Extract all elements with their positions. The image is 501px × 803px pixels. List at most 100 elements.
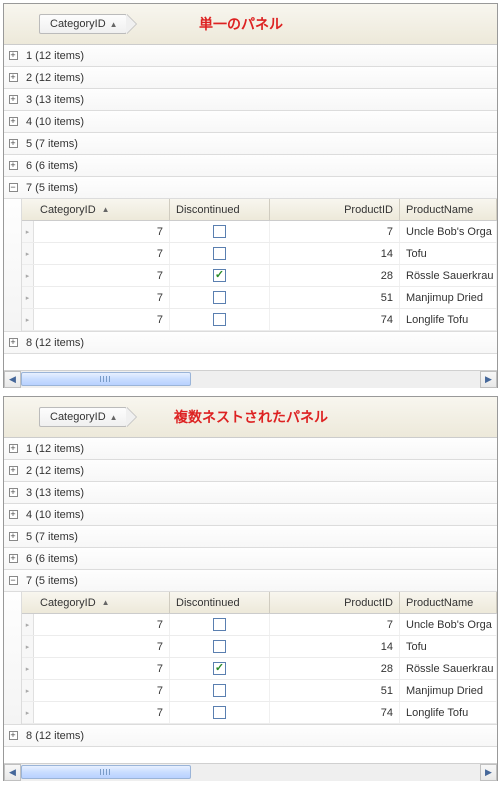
expand-button[interactable]: + — [4, 338, 22, 347]
checkbox-checked-icon[interactable] — [213, 662, 226, 675]
table-row[interactable]: ▸ 7 51 Manjimup Dried — [22, 287, 497, 309]
expand-button[interactable]: + — [4, 488, 22, 497]
expand-button[interactable]: + — [4, 139, 22, 148]
group-row[interactable]: +6 (6 items) — [4, 548, 497, 570]
checkbox-icon[interactable] — [213, 706, 226, 719]
plus-icon: + — [9, 73, 18, 82]
table-row[interactable]: ▸ 7 7 Uncle Bob's Orga — [22, 614, 497, 636]
group-by-panel[interactable]: CategoryID ▲ 複数ネストされたパネル — [4, 397, 497, 438]
column-header-discontinued[interactable]: Discontinued — [170, 199, 270, 220]
checkbox-checked-icon[interactable] — [213, 269, 226, 282]
expand-button[interactable]: + — [4, 554, 22, 563]
group-row[interactable]: +4 (10 items) — [4, 111, 497, 133]
cell-productid: 7 — [270, 221, 400, 242]
nested-grid: CategoryID ▲ Discontinued ProductID Prod… — [4, 592, 497, 725]
group-row[interactable]: +2 (12 items) — [4, 460, 497, 482]
group-badge-categoryid[interactable]: CategoryID ▲ — [39, 407, 127, 427]
group-row[interactable]: +1 (12 items) — [4, 438, 497, 460]
cell-discontinued[interactable] — [170, 287, 270, 308]
group-badge-label: CategoryID — [50, 411, 106, 423]
group-row[interactable]: +5 (7 items) — [4, 133, 497, 155]
column-header-discontinued[interactable]: Discontinued — [170, 592, 270, 613]
scroll-left-button[interactable]: ◀ — [4, 371, 21, 388]
cell-categoryid: 7 — [34, 243, 170, 264]
cell-discontinued[interactable] — [170, 243, 270, 264]
checkbox-icon[interactable] — [213, 640, 226, 653]
column-header-productname[interactable]: ProductName — [400, 199, 497, 220]
plus-icon: + — [9, 466, 18, 475]
column-header-categoryid[interactable]: CategoryID ▲ — [22, 199, 170, 220]
horizontal-scrollbar[interactable]: ◀ ▶ — [4, 370, 497, 387]
expand-button[interactable]: + — [4, 95, 22, 104]
group-label: 6 (6 items) — [22, 553, 78, 565]
table-row[interactable]: ▸ 7 74 Longlife Tofu — [22, 702, 497, 724]
expand-button[interactable]: + — [4, 161, 22, 170]
checkbox-icon[interactable] — [213, 247, 226, 260]
horizontal-scrollbar[interactable]: ◀ ▶ — [4, 763, 497, 780]
cell-productname: Uncle Bob's Orga — [400, 614, 497, 635]
nested-grid: CategoryID ▲ Discontinued ProductID Prod… — [4, 199, 497, 332]
group-row[interactable]: +2 (12 items) — [4, 67, 497, 89]
group-row[interactable]: +1 (12 items) — [4, 45, 497, 67]
cell-productid: 74 — [270, 702, 400, 723]
group-row[interactable]: +4 (10 items) — [4, 504, 497, 526]
expand-button[interactable]: + — [4, 510, 22, 519]
column-header-productname[interactable]: ProductName — [400, 592, 497, 613]
cell-discontinued[interactable] — [170, 614, 270, 635]
scrollbar-thumb[interactable] — [21, 765, 191, 779]
group-row[interactable]: −7 (5 items) — [4, 570, 497, 592]
scrollbar-track[interactable] — [21, 371, 480, 388]
cell-productname: Rössle Sauerkrau — [400, 658, 497, 679]
cell-categoryid: 7 — [34, 265, 170, 286]
group-row[interactable]: −7 (5 items) — [4, 177, 497, 199]
grid-body: +1 (12 items) +2 (12 items) +3 (13 items… — [4, 438, 497, 763]
expand-button[interactable]: + — [4, 444, 22, 453]
group-row[interactable]: +3 (13 items) — [4, 89, 497, 111]
cell-productname: Manjimup Dried — [400, 680, 497, 701]
scrollbar-track[interactable] — [21, 764, 480, 781]
scroll-right-button[interactable]: ▶ — [480, 764, 497, 781]
scroll-left-button[interactable]: ◀ — [4, 764, 21, 781]
column-header-productid[interactable]: ProductID — [270, 592, 400, 613]
table-row[interactable]: ▸ 7 74 Longlife Tofu — [22, 309, 497, 331]
checkbox-icon[interactable] — [213, 684, 226, 697]
collapse-button[interactable]: − — [4, 183, 22, 192]
cell-discontinued[interactable] — [170, 636, 270, 657]
cell-discontinued[interactable] — [170, 680, 270, 701]
table-row[interactable]: ▸ 7 51 Manjimup Dried — [22, 680, 497, 702]
column-header-categoryid[interactable]: CategoryID ▲ — [22, 592, 170, 613]
group-row[interactable]: +5 (7 items) — [4, 526, 497, 548]
checkbox-icon[interactable] — [213, 618, 226, 631]
table-row[interactable]: ▸ 7 28 Rössle Sauerkrau — [22, 658, 497, 680]
expand-button[interactable]: + — [4, 532, 22, 541]
group-badge-categoryid[interactable]: CategoryID ▲ — [39, 14, 127, 34]
group-by-panel[interactable]: CategoryID ▲ 単一のパネル — [4, 4, 497, 45]
cell-discontinued[interactable] — [170, 309, 270, 330]
checkbox-icon[interactable] — [213, 225, 226, 238]
expand-button[interactable]: + — [4, 731, 22, 740]
group-label: 7 (5 items) — [22, 575, 78, 587]
cell-discontinued[interactable] — [170, 265, 270, 286]
expand-button[interactable]: + — [4, 73, 22, 82]
group-row[interactable]: +6 (6 items) — [4, 155, 497, 177]
expand-button[interactable]: + — [4, 117, 22, 126]
table-row[interactable]: ▸ 7 14 Tofu — [22, 636, 497, 658]
table-row[interactable]: ▸ 7 7 Uncle Bob's Orga — [22, 221, 497, 243]
collapse-button[interactable]: − — [4, 576, 22, 585]
expand-button[interactable]: + — [4, 51, 22, 60]
cell-discontinued[interactable] — [170, 702, 270, 723]
group-row[interactable]: +8 (12 items) — [4, 332, 497, 354]
group-row[interactable]: +3 (13 items) — [4, 482, 497, 504]
expand-button[interactable]: + — [4, 466, 22, 475]
cell-discontinued[interactable] — [170, 221, 270, 242]
group-row[interactable]: +8 (12 items) — [4, 725, 497, 747]
column-header-productid[interactable]: ProductID — [270, 199, 400, 220]
scroll-right-button[interactable]: ▶ — [480, 371, 497, 388]
cell-discontinued[interactable] — [170, 658, 270, 679]
checkbox-icon[interactable] — [213, 291, 226, 304]
table-row[interactable]: ▸ 7 28 Rössle Sauerkrau — [22, 265, 497, 287]
table-row[interactable]: ▸ 7 14 Tofu — [22, 243, 497, 265]
cell-productid: 74 — [270, 309, 400, 330]
checkbox-icon[interactable] — [213, 313, 226, 326]
scrollbar-thumb[interactable] — [21, 372, 191, 386]
